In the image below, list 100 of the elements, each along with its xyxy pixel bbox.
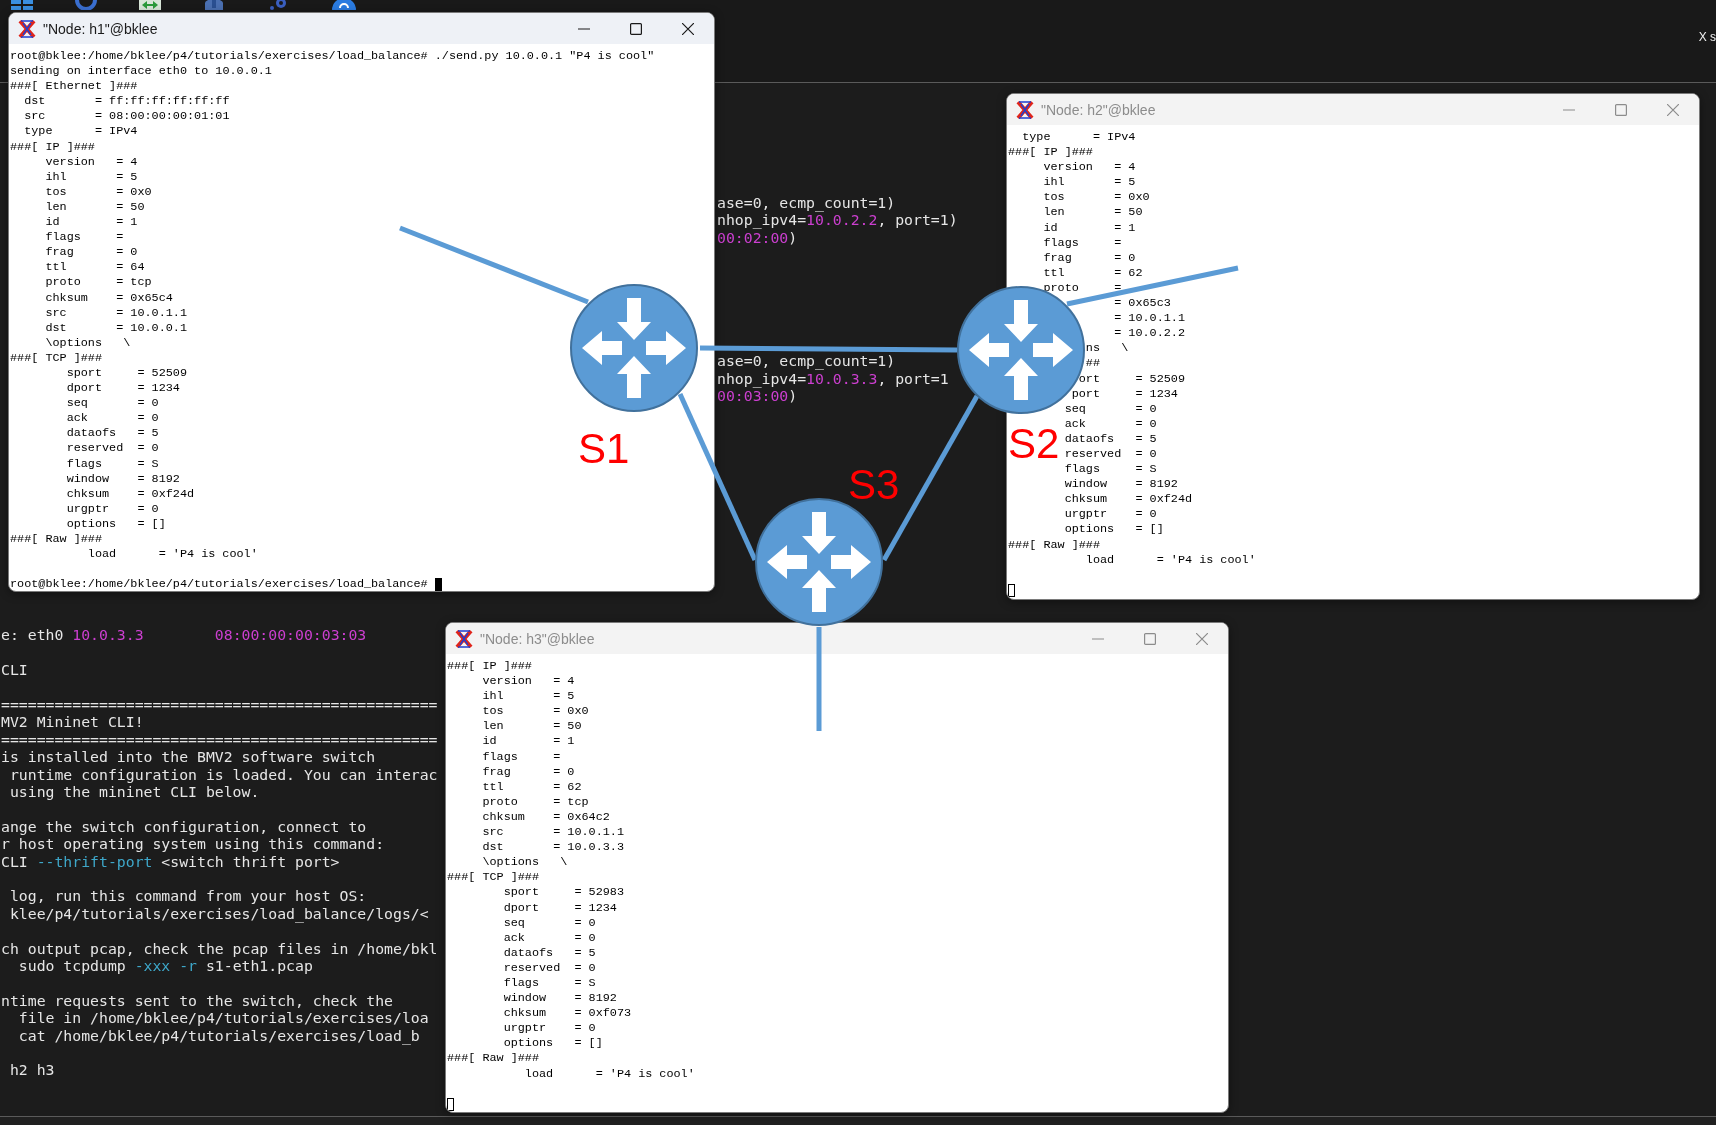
terminal-line: chksum = 0xf073 [503, 1006, 632, 1022]
terminal-line: dst = ff:ff:ff:ff:ff:ff [24, 94, 230, 110]
refresh-icon[interactable] [75, 0, 97, 10]
terminal-line: ttl = 62 [1043, 265, 1143, 281]
terminal-line: ihl = 5 [45, 169, 138, 185]
node-label: S3 [848, 461, 900, 508]
terminal-line: proto = tcp [45, 275, 152, 291]
terminal-line: load = 'P4 is cool' [524, 1066, 695, 1082]
terminal-line: 00:02:00) [717, 228, 798, 247]
terminal-line: ttl = 64 [45, 260, 145, 276]
window-title: "Node: h1"@bklee [43, 20, 158, 37]
terminal-line: ###[ IP ]### [447, 659, 532, 675]
terminal-line: ###[ TCP ]### [447, 870, 540, 886]
terminal-line: dport = 1234 [503, 900, 617, 916]
text-cursor [434, 578, 442, 591]
terminal-line: dst = 10.0.0.1 [45, 320, 187, 336]
arrows-icon[interactable] [139, 0, 161, 10]
terminal-line: flags = [45, 230, 124, 246]
terminal-line: is installed into the BMV2 software switch [1, 748, 376, 766]
terminal-line: ntime requests sent to the switch, check the [1, 991, 393, 1010]
router-icon [570, 284, 698, 412]
terminal-line: proto = tcp [482, 794, 589, 810]
terminal-line: version = 4 [482, 674, 575, 690]
maximize-icon [1615, 103, 1627, 116]
terminal-line: src = 10.0.1.1 [45, 305, 187, 321]
terminal-line: chksum = 0x64c2 [482, 809, 610, 826]
terminal-line: urgptr = 0 [66, 501, 159, 517]
terminal-line: ## [1085, 356, 1101, 372]
help-icon[interactable] [331, 0, 357, 10]
terminal-line: seq = 0 [66, 396, 159, 412]
terminal-line: CLI --thrift-port <switch thrift port> [1, 852, 340, 871]
terminal-line: CLI [1, 661, 28, 679]
terminal-line: dport = 1234 [66, 381, 180, 397]
terminal-line: flags = S [66, 456, 159, 472]
terminal-line: ase=0, ecmp_count=1) [717, 194, 896, 212]
terminal-line: = 10.0.1.1 [1114, 311, 1185, 327]
terminal-line: sport = 52509 [66, 365, 187, 382]
terminal-line: ================================================= [1, 730, 438, 749]
terminal-line: h2 h3 [8, 1061, 55, 1079]
terminal-line: dataofs = 5 [1064, 431, 1157, 447]
terminal-line: root@bklee:/home/bklee/p4/tutorials/exercises/load_balance# ./send.py 10.0.0.1 "P4 is cool" [10, 49, 655, 65]
terminal-line: src = 08:00:00:00:01:01 [24, 109, 230, 125]
terminal-line: frag = 0 [45, 245, 138, 261]
terminal-line: ack = 0 [503, 930, 596, 946]
terminal-line: ###[ IP ]### [10, 139, 95, 155]
terminal-line: ###[ IP ]### [1008, 145, 1093, 161]
terminal-line: frag = 0 [482, 764, 575, 780]
node-label: S1 [578, 425, 630, 472]
terminal-line: load = 'P4 is cool' [1085, 552, 1256, 568]
terminal-line: chksum = 0x65c4 [45, 290, 173, 306]
corner-text: X s [1698, 30, 1716, 44]
terminal-line: window = 8192 [503, 991, 617, 1007]
terminal-line: ###[ Raw ]### [1008, 537, 1101, 553]
terminal-line: ns \ [1085, 341, 1129, 357]
terminal-line: ort = 52509 [1078, 371, 1185, 387]
terminal-line: sudo tcpdump -xxx -r s1-eth1.pcap [17, 957, 313, 975]
terminal-line: flags = S [1064, 462, 1157, 478]
close-icon [1667, 103, 1679, 116]
terminal-line: ttl = 62 [482, 779, 582, 795]
terminal-line: ###[ Raw ]### [447, 1051, 540, 1067]
terminal-line: options = [] [1064, 522, 1164, 538]
terminal-line: load = 'P4 is cool' [87, 547, 258, 563]
terminal-line: ase=0, ecmp_count=1) [717, 352, 896, 370]
terminal-line: nhop_ipv4=10.0.3.3, port=1 [717, 369, 949, 388]
terminal-line: ihl = 5 [482, 689, 575, 705]
terminal-line: proto = [1043, 280, 1122, 297]
terminal-line: ange the switch configuration, connect to [1, 817, 367, 836]
terminal-line: dst = 10.0.3.3 [482, 840, 624, 856]
terminal-line: klee/p4/tutorials/exercises/load_balance/logs/< [8, 904, 429, 923]
terminal-line: ihl = 5 [1043, 175, 1136, 191]
terminal-line: tos = 0x0 [1043, 190, 1150, 206]
terminal-line: runtime configuration is loaded. You can interac [8, 765, 438, 784]
terminal-line: options = [] [66, 516, 166, 532]
terminal-line: window = 8192 [66, 471, 180, 487]
terminal-line: reserved = 0 [66, 441, 159, 457]
terminal-line: id = 1 [1043, 220, 1136, 236]
close-icon [1196, 632, 1208, 645]
terminal-line: ###[ Raw ]### [10, 532, 103, 548]
window-title: "Node: h3"@bklee [480, 630, 595, 647]
terminal-line: frag = 0 [1043, 250, 1136, 266]
terminal-line: options = [] [503, 1036, 603, 1052]
terminal-line: reserved = 0 [1064, 446, 1157, 463]
terminal-line: window = 8192 [1064, 477, 1178, 493]
terminal-line: = 0x65c3 [1114, 296, 1171, 312]
terminal-line: len = 50 [45, 199, 145, 216]
terminal-line: \options \ [482, 855, 568, 871]
grid-icon[interactable] [11, 0, 33, 10]
close-icon [682, 22, 694, 35]
text-cursor [447, 1097, 454, 1111]
terminal-line: nhop_ipv4=10.0.2.2, port=1) [717, 211, 958, 229]
terminal-line: \options \ [45, 335, 131, 351]
terminal-line: sport = 52983 [503, 885, 624, 901]
terminal-line: chksum = 0xf24d [1064, 492, 1193, 508]
terminal-line: id = 1 [482, 734, 575, 750]
terminal-line: 00:03:00) [717, 387, 798, 405]
terminal-line: ###[ Ethernet ]### [10, 79, 138, 95]
terminal-line: file in /home/bklee/p4/tutorials/exercises/loa [17, 1009, 429, 1027]
terminal-line: urgptr = 0 [503, 1021, 596, 1037]
maximize-icon [1144, 632, 1156, 645]
terminal-line: ack = 0 [66, 411, 159, 427]
